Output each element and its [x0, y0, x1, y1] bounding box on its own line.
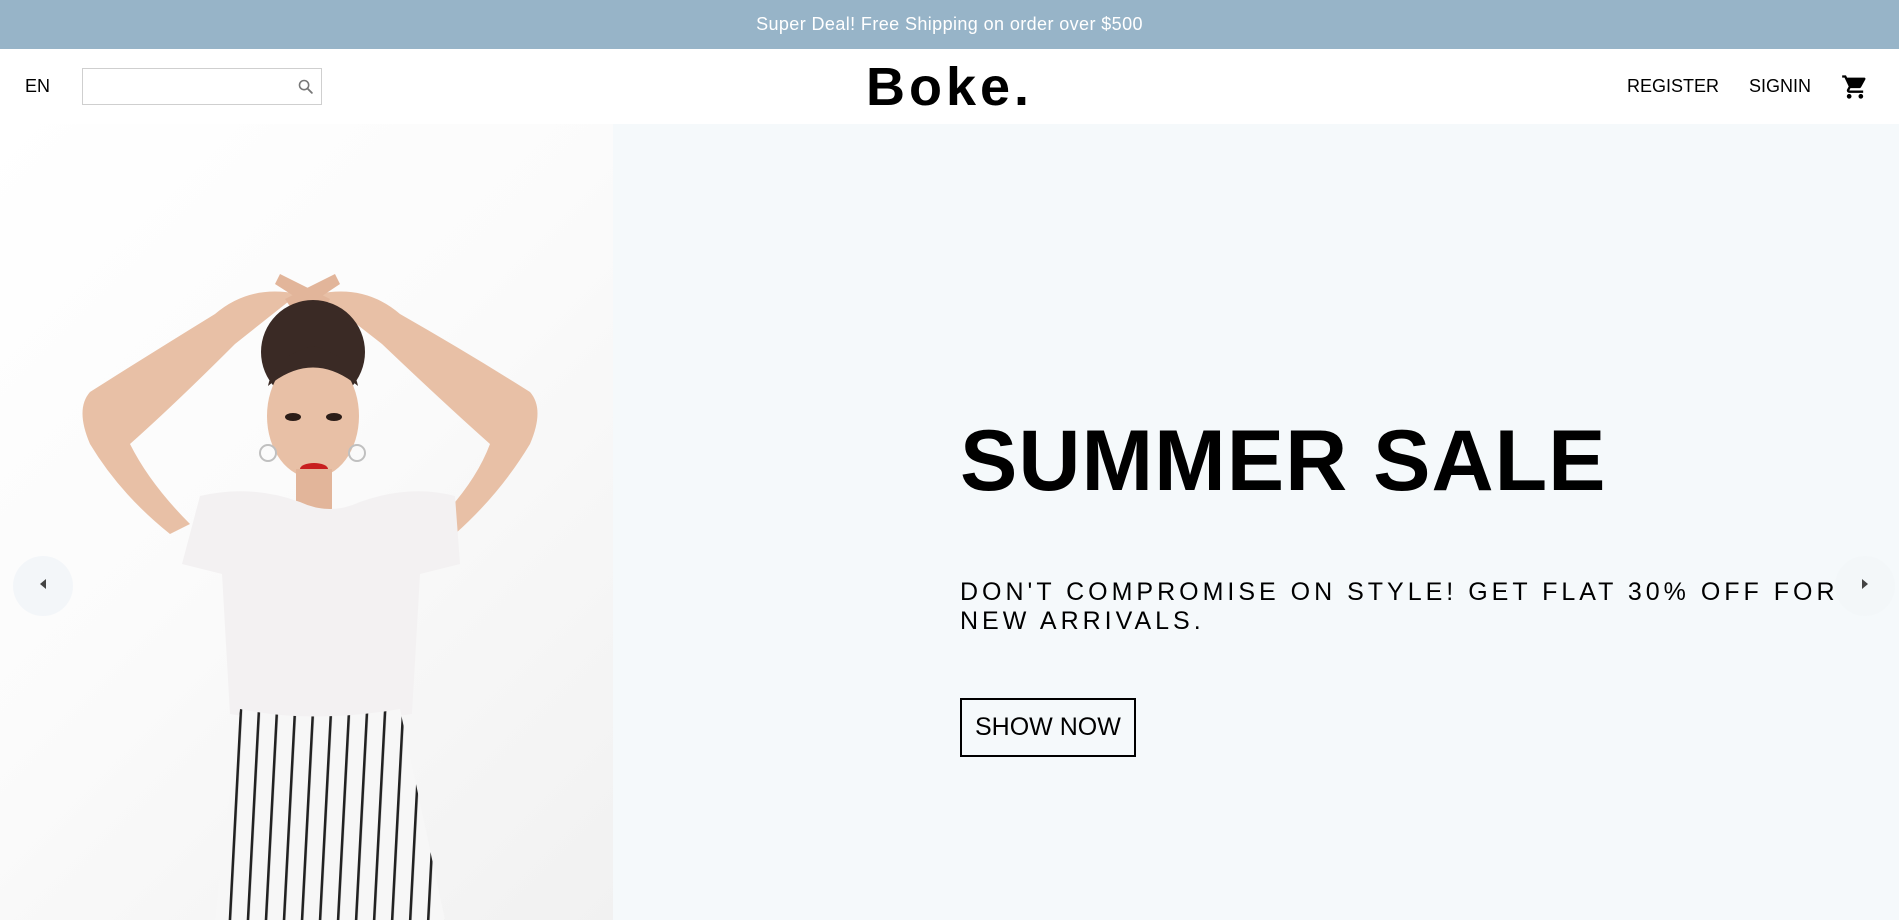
- arrow-left-icon: [37, 577, 49, 596]
- hero-description: DON'T COMPROMISE ON STYLE! GET FLAT 30% …: [960, 578, 1839, 635]
- signin-link[interactable]: SIGNIN: [1749, 76, 1811, 97]
- site-logo[interactable]: Boke.: [866, 57, 1033, 117]
- announcement-text: Super Deal! Free Shipping on order over …: [756, 14, 1143, 34]
- search-icon[interactable]: [295, 77, 315, 97]
- show-now-button[interactable]: SHOW NOW: [960, 698, 1136, 757]
- navbar-left: EN: [25, 68, 323, 105]
- register-link[interactable]: REGISTER: [1627, 76, 1719, 97]
- hero-model-image: [0, 124, 613, 920]
- search-container: [82, 68, 323, 105]
- shopping-cart-icon[interactable]: [1841, 73, 1869, 101]
- announcement-bar: Super Deal! Free Shipping on order over …: [0, 0, 1899, 49]
- hero-slider: SUMMER SALE DON'T COMPROMISE ON STYLE! G…: [0, 124, 1899, 920]
- hero-title: SUMMER SALE: [960, 413, 1607, 509]
- hero-info: SUMMER SALE DON'T COMPROMISE ON STYLE! G…: [613, 124, 1899, 920]
- navbar-right: REGISTER SIGNIN: [1597, 73, 1869, 101]
- navbar: EN Boke. REGISTER SIGNIN: [0, 49, 1899, 124]
- slider-next-button[interactable]: [1835, 556, 1895, 616]
- search-input[interactable]: [91, 71, 296, 102]
- language-selector[interactable]: EN: [25, 76, 50, 97]
- arrow-right-icon: [1859, 577, 1871, 596]
- slider-prev-button[interactable]: [13, 556, 73, 616]
